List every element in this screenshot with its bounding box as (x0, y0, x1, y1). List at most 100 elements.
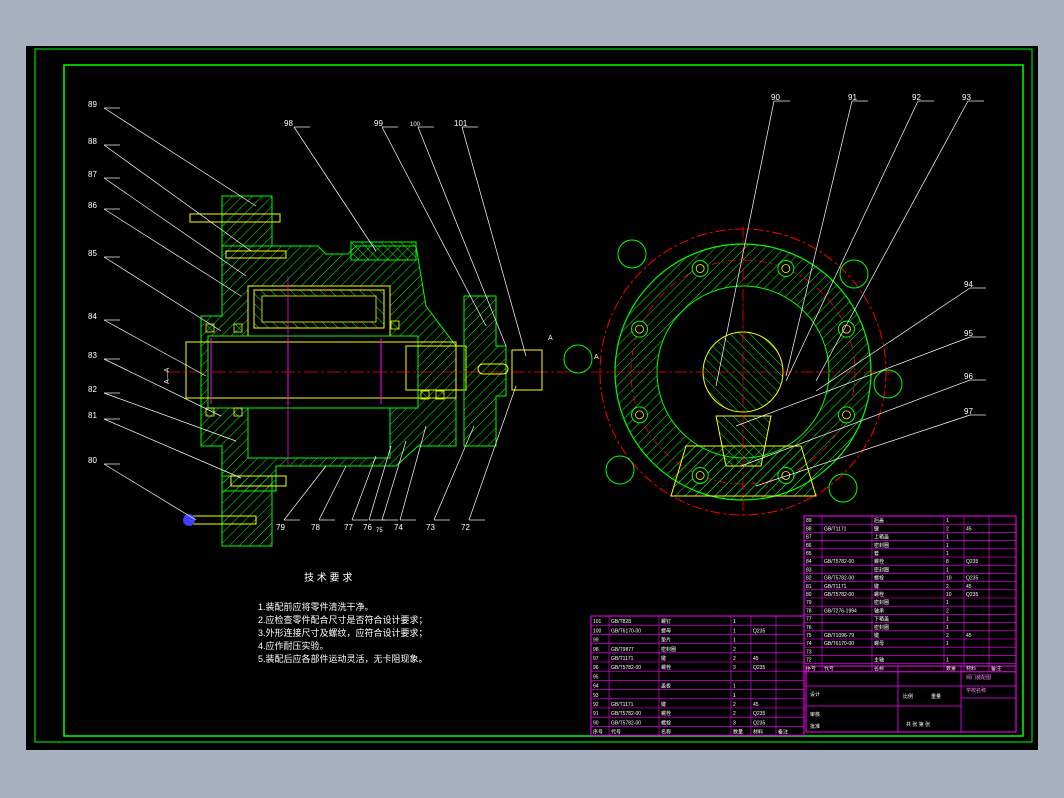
bom-cell: 81 (806, 584, 812, 590)
coupling (463, 295, 507, 447)
bom-cell: 86 (806, 543, 812, 549)
bom-cell: GB/T828 (611, 619, 631, 625)
ear-r (873, 369, 903, 399)
bom-cell: 1 (733, 638, 736, 644)
lower-cavity (247, 407, 391, 459)
label-79: 79 (276, 523, 285, 532)
bom-cell: 2 (733, 711, 736, 717)
label-95: 95 (964, 329, 973, 338)
bom-cell: 密封圈 (661, 646, 676, 653)
bom-cell: 套 (874, 550, 879, 557)
bom-cell: 键 (661, 701, 666, 708)
ear-left (563, 344, 593, 374)
leader-line (103, 107, 257, 207)
bom-cell: 75 (806, 633, 812, 639)
bom-cell: 8 (946, 559, 949, 565)
seal-e (390, 320, 400, 330)
title-approver: 批准 (810, 723, 820, 730)
bom-cell: 79 (806, 600, 812, 606)
bom-cell: 轴承 (874, 607, 884, 614)
bom-cell: 80 (806, 592, 812, 598)
label-72: 72 (461, 523, 470, 532)
label-100: 100 (410, 122, 421, 128)
bom-cell: 10 (946, 576, 952, 582)
label-91: 91 (848, 93, 857, 102)
bom-cell: 1 (946, 625, 949, 631)
bom-cell: 螺栓 (661, 710, 671, 717)
bom-cell: 螺钉 (661, 618, 671, 625)
bolt-hole (777, 260, 795, 278)
bom-cell: 96 (593, 665, 599, 671)
bom-cell: 后盖 (874, 517, 884, 524)
label-87: 87 (88, 170, 97, 179)
bom-cell: 螺栓 (874, 558, 884, 565)
bolt-hole (777, 466, 795, 484)
coupling-nut (511, 349, 543, 391)
ear-br (828, 473, 858, 503)
bom-cell: 3 (733, 720, 736, 726)
bom-cell: GB/T5782-00 (611, 665, 641, 671)
requirements-title: 技 术 要 求 (304, 571, 352, 584)
bom-table-left: 101 GB/T828 螺钉 1 100 GB/T6170-00 螺母 1 Q235 99 垫片 1 9… (590, 615, 805, 737)
title-checker: 审核 (810, 711, 820, 718)
ear-tl (617, 239, 647, 269)
title-school: 学校名称 (966, 687, 986, 694)
bom-cell: 100 (593, 628, 602, 634)
title-scale: 比例 (903, 693, 913, 700)
top-boss (350, 241, 417, 261)
bom-cell: 93 (593, 693, 599, 699)
bom-cell: 密封圈 (874, 599, 889, 606)
title-block: 阀门装配图 学校名称 比例 重量 共 张 第 张 设计 审核 批准 (805, 665, 1017, 733)
label-93: 93 (962, 93, 971, 102)
bom-cell: GB/T1096-79 (824, 633, 854, 639)
label-74: 74 (394, 523, 403, 532)
bom-cell: 键 (874, 632, 879, 639)
bom-table-right: 89 后盖 1 88 GB/T1171 键 2 45 87 上箱盖 1 86 密封圈 1 85 套 1 84 GB/… (803, 515, 1017, 673)
bom-cell: 数量 (733, 729, 743, 736)
bom-cell: 88 (806, 526, 812, 532)
ear-tr (839, 259, 869, 289)
bom-cell: GB/T1171 (611, 656, 634, 662)
bom-cell: 1 (946, 658, 949, 664)
bom-cell: 螺母 (661, 627, 671, 634)
title-designer: 设计 (810, 691, 820, 698)
bom-cell: 45 (966, 584, 972, 590)
bom-cell: 材料 (753, 729, 763, 736)
title-sheet: 共 张 第 张 (906, 721, 930, 728)
bom-cell: 76 (806, 625, 812, 631)
bom-cell: 94 (593, 684, 599, 690)
bom-cell: 1 (946, 518, 949, 524)
bom-cell: GB/T276-1994 (824, 608, 857, 614)
bom-cell: 45 (966, 633, 972, 639)
label-96: 96 (964, 372, 973, 381)
bom-cell: 键 (661, 655, 666, 662)
bom-cell: 74 (806, 641, 812, 647)
bom-cell: GB/T1171 (824, 584, 847, 590)
bom-cell: 主轴 (874, 657, 884, 664)
label-94: 94 (964, 280, 973, 289)
leader-line (103, 256, 222, 332)
ear-bl (605, 455, 635, 485)
bom-cell: 3 (733, 665, 736, 671)
bom-cell: 92 (593, 702, 599, 708)
bom-cell: 84 (806, 559, 812, 565)
bom-cell: Q235 (753, 711, 765, 717)
bom-cell: 螺母 (874, 640, 884, 647)
bom-cell: 2 (946, 526, 949, 532)
bom-cell: 下箱盖 (874, 616, 889, 623)
bom-cell: 2 (946, 608, 949, 614)
bom-cell: GB/T5782-00 (611, 711, 641, 717)
seal-a (205, 323, 215, 333)
label-88: 88 (88, 137, 97, 146)
label-83: 83 (88, 351, 97, 360)
label-101: 101 (454, 119, 468, 128)
leader-line (318, 465, 347, 521)
label-77: 77 (344, 523, 353, 532)
bom-cell: 85 (806, 551, 812, 557)
bom-cell: GB/T6170-00 (611, 628, 641, 634)
section-letter-right: A (594, 354, 599, 361)
label-78: 78 (311, 523, 320, 532)
label-84: 84 (88, 312, 97, 321)
leader-line (103, 463, 197, 521)
label-98: 98 (284, 119, 293, 128)
